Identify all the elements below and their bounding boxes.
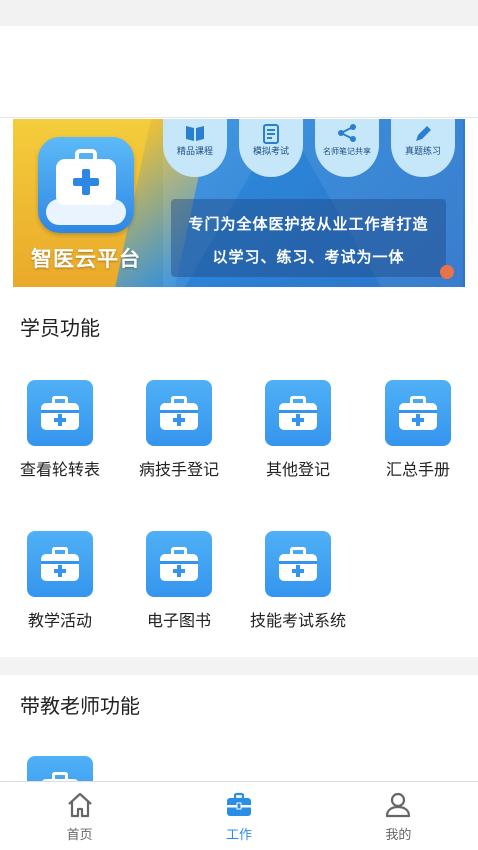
briefcase-icon (226, 792, 251, 816)
func-label: 电子图书 (146, 611, 211, 630)
medical-kit-icon (27, 756, 93, 781)
pencil-icon (411, 123, 435, 145)
func-teaching-activity[interactable]: 教学活动 (0, 531, 120, 631)
func-label: 查看轮转表 (19, 460, 100, 479)
status-bar (0, 0, 478, 26)
func-ebooks[interactable]: 电子图书 (119, 531, 239, 631)
nav-label: 我的 (385, 828, 412, 843)
medical-kit-icon (27, 380, 93, 446)
func-label: 汇总手册 (385, 460, 450, 479)
slogan-box: 专门为全体医护技从业工作者打造 以学习、练习、考试为一体 (171, 199, 446, 277)
medical-kit-icon (56, 149, 116, 205)
nav-label: 首页 (66, 828, 93, 843)
func-label: 其他登记 (265, 460, 330, 479)
nav-home[interactable]: 首页 (0, 782, 159, 850)
func-label: 技能考试系统 (249, 611, 346, 630)
medical-kit-icon (265, 531, 331, 597)
func-label: 教学活动 (27, 611, 92, 630)
section-divider (0, 657, 478, 675)
func-case-register[interactable]: 病技手登记 (119, 380, 239, 480)
book-icon (183, 123, 207, 145)
func-skill-exam[interactable]: 技能考试系统 (238, 531, 358, 631)
header-area (0, 26, 478, 118)
func-teacher-item[interactable] (0, 756, 120, 781)
medical-kit-icon (146, 380, 212, 446)
medical-kit-icon (27, 531, 93, 597)
bottom-nav: 首页 工作 我的 (0, 781, 478, 850)
func-other-register[interactable]: 其他登记 (238, 380, 358, 480)
student-section-title: 学员功能 (20, 316, 100, 340)
app-logo (38, 137, 134, 233)
decorative-dot (440, 265, 454, 279)
feature-label: 真题练习 (404, 147, 441, 157)
promo-banner[interactable]: 智医云平台 精品课程 模拟考试 名师笔记共享 真题练习 专门为全体医护技从业工作… (13, 119, 465, 287)
nav-label: 工作 (225, 828, 252, 843)
teacher-section-title: 带教老师功能 (20, 694, 140, 718)
medical-kit-icon (265, 380, 331, 446)
nav-work[interactable]: 工作 (159, 782, 318, 850)
slogan-line-1: 专门为全体医护技从业工作者打造 (188, 215, 429, 233)
func-summary-handbook[interactable]: 汇总手册 (358, 380, 478, 480)
feature-label: 精品课程 (176, 147, 213, 157)
nav-mine[interactable]: 我的 (319, 782, 478, 850)
user-icon (386, 792, 411, 818)
feature-label: 名师笔记共享 (323, 147, 371, 156)
feature-label: 模拟考试 (252, 147, 289, 157)
func-view-rotation[interactable]: 查看轮转表 (0, 380, 120, 480)
share-icon (335, 123, 359, 145)
exam-icon (259, 123, 283, 145)
medical-kit-icon (146, 531, 212, 597)
slogan-line-2: 以学习、练习、考试为一体 (212, 248, 405, 266)
brand-name: 智医云平台 (31, 247, 141, 271)
func-label: 病技手登记 (138, 460, 219, 479)
medical-kit-icon (385, 380, 451, 446)
home-icon (67, 792, 92, 818)
